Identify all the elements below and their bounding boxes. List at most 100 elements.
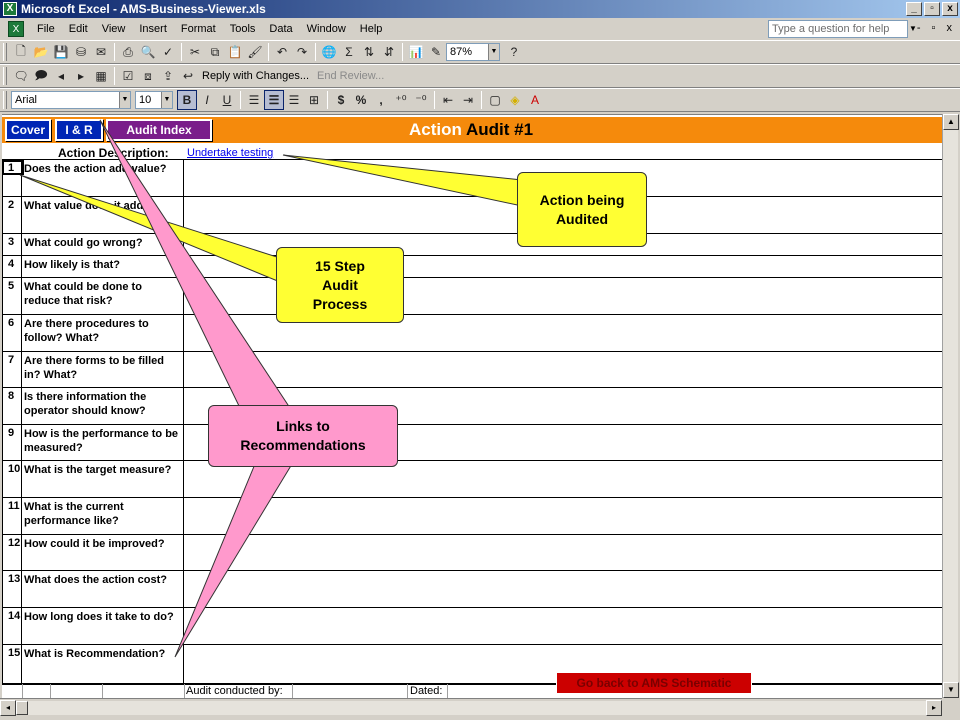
font-color-icon[interactable]: A bbox=[525, 90, 545, 110]
scroll-down-icon[interactable]: ▼ bbox=[943, 682, 959, 698]
vertical-scrollbar[interactable]: ▲ ▼ bbox=[942, 114, 959, 698]
minimize-button[interactable]: _ bbox=[906, 2, 922, 16]
audit-index-button[interactable]: Audit Index bbox=[106, 119, 212, 141]
menu-window[interactable]: Window bbox=[300, 23, 353, 35]
question-cell[interactable]: What is the current performance like? bbox=[22, 498, 184, 534]
sort-descending-icon[interactable]: ⇵ bbox=[379, 42, 399, 62]
align-left-icon[interactable]: ☰ bbox=[244, 90, 264, 110]
chart-wizard-icon[interactable]: 📊 bbox=[406, 42, 426, 62]
question-cell[interactable]: How is the performance to be measured? bbox=[22, 425, 184, 460]
table-row[interactable]: 10 What is the target measure? bbox=[2, 460, 942, 497]
menu-data[interactable]: Data bbox=[262, 23, 299, 35]
cover-button[interactable]: Cover bbox=[5, 119, 51, 141]
question-cell[interactable]: What could be done to reduce that risk? bbox=[22, 278, 184, 314]
bold-button[interactable]: B bbox=[177, 90, 197, 110]
show-comment-icon[interactable]: 🗩 bbox=[31, 66, 51, 86]
print-preview-icon[interactable]: 🔍 bbox=[138, 42, 158, 62]
redo-icon[interactable]: ↷ bbox=[292, 42, 312, 62]
close-button[interactable]: x bbox=[942, 2, 958, 16]
toolbar-grip[interactable] bbox=[3, 91, 7, 109]
ir-button[interactable]: I & R bbox=[55, 119, 103, 141]
chart-icon[interactable]: ▦ bbox=[91, 66, 111, 86]
menu-tools[interactable]: Tools bbox=[223, 23, 263, 35]
menu-edit[interactable]: Edit bbox=[62, 23, 95, 35]
toolbar-grip[interactable] bbox=[3, 67, 7, 85]
active-cell[interactable] bbox=[2, 160, 24, 175]
help-search-input[interactable]: Type a question for help bbox=[768, 20, 908, 38]
menu-help[interactable]: Help bbox=[353, 23, 390, 35]
question-cell[interactable]: What does the action cost? bbox=[22, 571, 184, 607]
increase-decimal-icon[interactable]: ⁺⁰ bbox=[391, 90, 411, 110]
table-row[interactable]: 14 How long does it take to do? bbox=[2, 607, 942, 644]
table-row[interactable]: 6 Are there procedures to follow? What? bbox=[2, 314, 942, 351]
cut-icon[interactable]: ✂ bbox=[185, 42, 205, 62]
question-cell[interactable]: How likely is that? bbox=[22, 256, 184, 277]
drawing-icon[interactable]: ✎ bbox=[426, 42, 446, 62]
menu-format[interactable]: Format bbox=[174, 23, 223, 35]
scroll-right-icon[interactable]: ▸ bbox=[926, 699, 942, 716]
comment-icon[interactable]: 🗨 bbox=[11, 66, 31, 86]
previous-comment-icon[interactable]: ◂ bbox=[51, 66, 71, 86]
copy-icon[interactable]: ⧉ bbox=[205, 42, 225, 62]
horizontal-scrollbar[interactable]: ◂ ▸ bbox=[0, 698, 942, 716]
align-center-icon[interactable]: ☰ bbox=[264, 90, 284, 110]
underline-button[interactable]: U bbox=[217, 90, 237, 110]
font-dropdown-icon[interactable]: ▼ bbox=[119, 92, 130, 108]
merge-icon[interactable]: ⧈ bbox=[138, 66, 158, 86]
print-icon[interactable]: ⎙ bbox=[118, 42, 138, 62]
new-icon[interactable]: 🗋 bbox=[11, 42, 31, 62]
paste-icon[interactable]: 📋 bbox=[225, 42, 245, 62]
menu-insert[interactable]: Insert bbox=[132, 23, 174, 35]
scroll-up-icon[interactable]: ▲ bbox=[943, 114, 959, 130]
workbook-icon[interactable]: X bbox=[8, 21, 24, 37]
fill-color-icon[interactable]: ◈ bbox=[505, 90, 525, 110]
scroll-thumb[interactable] bbox=[16, 700, 28, 715]
help-icon[interactable]: ? bbox=[504, 42, 524, 62]
zoom-select[interactable]: 87% ▼ bbox=[446, 43, 500, 61]
question-cell[interactable]: What could go wrong? bbox=[22, 234, 184, 255]
currency-button[interactable]: $ bbox=[331, 90, 351, 110]
track-changes-icon[interactable]: ☑ bbox=[118, 66, 138, 86]
worksheet[interactable]: Cover I & R Audit Index Action Audit #1 … bbox=[2, 114, 942, 698]
go-back-schematic-button[interactable]: Go back to AMS Schematic bbox=[556, 672, 752, 694]
increase-indent-icon[interactable]: ⇥ bbox=[458, 90, 478, 110]
table-row[interactable]: 8 Is there information the operator shoul… bbox=[2, 387, 942, 424]
action-description-link[interactable]: Undertake testing bbox=[187, 147, 273, 159]
hyperlink-icon[interactable]: 🌐 bbox=[319, 42, 339, 62]
restore-button[interactable]: ▫ bbox=[924, 2, 940, 16]
zoom-dropdown-icon[interactable]: ▼ bbox=[488, 44, 499, 60]
align-right-icon[interactable]: ☰ bbox=[284, 90, 304, 110]
open-icon[interactable]: 📂 bbox=[31, 42, 51, 62]
permission-icon[interactable]: ⛁ bbox=[71, 42, 91, 62]
italic-button[interactable]: I bbox=[197, 90, 217, 110]
scroll-track[interactable] bbox=[28, 700, 926, 715]
table-row[interactable]: 7 Are there forms to be filled in? What? bbox=[2, 351, 942, 387]
workbook-window-controls[interactable]: - ▫ x bbox=[917, 22, 956, 34]
sort-ascending-icon[interactable]: ⇅ bbox=[359, 42, 379, 62]
question-cell[interactable]: Are there forms to be filled in? What? bbox=[22, 352, 184, 387]
end-review-button[interactable]: End Review... bbox=[313, 70, 388, 82]
table-row[interactable]: 12 How could it be improved? bbox=[2, 534, 942, 570]
question-cell[interactable]: How long does it take to do? bbox=[22, 608, 184, 644]
font-select[interactable]: Arial ▼ bbox=[11, 91, 131, 109]
percent-button[interactable]: % bbox=[351, 90, 371, 110]
table-row[interactable]: 4 How likely is that? bbox=[2, 255, 942, 277]
comma-button[interactable]: , bbox=[371, 90, 391, 110]
table-row[interactable]: 13 What does the action cost? bbox=[2, 570, 942, 607]
table-row[interactable]: 5 What could be done to reduce that risk? bbox=[2, 277, 942, 314]
font-size-select[interactable]: 10 ▼ bbox=[135, 91, 173, 109]
decrease-decimal-icon[interactable]: ⁻⁰ bbox=[411, 90, 431, 110]
question-cell[interactable]: Are there procedures to follow? What? bbox=[22, 315, 184, 351]
question-cell[interactable]: Does the action add value? bbox=[22, 160, 184, 196]
font-size-dropdown-icon[interactable]: ▼ bbox=[161, 92, 172, 108]
table-row[interactable]: 3 What could go wrong? bbox=[2, 233, 942, 255]
menu-view[interactable]: View bbox=[95, 23, 133, 35]
autosum-icon[interactable]: Σ bbox=[339, 42, 359, 62]
spelling-icon[interactable]: ✓ bbox=[158, 42, 178, 62]
table-row[interactable]: 1 Does the action add value? bbox=[2, 159, 942, 196]
undo-icon[interactable]: ↶ bbox=[272, 42, 292, 62]
question-cell[interactable]: How could it be improved? bbox=[22, 535, 184, 570]
decrease-indent-icon[interactable]: ⇤ bbox=[438, 90, 458, 110]
table-row[interactable]: 11 What is the current performance like? bbox=[2, 497, 942, 534]
question-cell[interactable]: What is the target measure? bbox=[22, 461, 184, 497]
